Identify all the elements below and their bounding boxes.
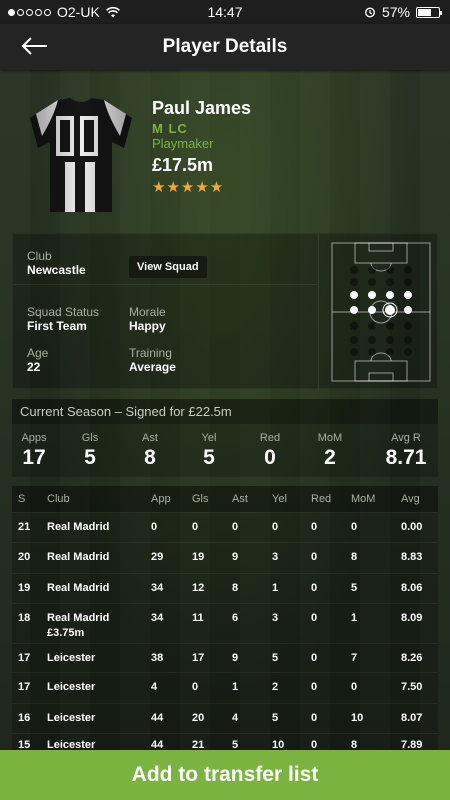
table-row[interactable]: 16 Leicester 44 20 4 5 0 10 8.07 (12, 703, 438, 733)
club-label: Club (27, 249, 52, 263)
club-value: Newcastle (27, 263, 86, 277)
stat-avg-rating: Avg R 8.71 (385, 432, 427, 469)
stat-mom: MoM 2 (317, 432, 343, 469)
page-title: Player Details (162, 36, 288, 57)
table-row[interactable]: 19 Real Madrid 34 12 8 1 0 5 8.06 (12, 573, 438, 603)
position-pitch-map (331, 242, 431, 382)
player-shirt-icon (30, 98, 132, 212)
age-label: Age (27, 346, 49, 360)
player-role: Playmaker (152, 136, 214, 151)
stat-goals: Gls 5 (81, 432, 99, 469)
navigation-bar: Player Details (0, 24, 450, 70)
battery-percent: 57% (381, 4, 410, 20)
squad-status-value: First Team (27, 319, 87, 333)
table-row[interactable]: 17 Leicester 4 0 1 2 0 0 7.50 (12, 672, 438, 703)
squad-status-label: Squad Status (27, 305, 100, 319)
stat-yellow: Yel 5 (201, 432, 217, 469)
alarm-icon (364, 7, 375, 18)
stat-apps: Apps 17 (21, 432, 47, 469)
season-heading: Current Season – Signed for £22.5m (12, 399, 438, 424)
current-season-panel: Current Season – Signed for £22.5m Apps 1… (12, 399, 438, 477)
table-row[interactable]: 15 Leicester 44 21 5 10 0 8 7.89 (12, 733, 438, 750)
stat-red: Red 0 (259, 432, 281, 469)
player-position: M LC (152, 121, 188, 136)
training-value: Average (129, 360, 176, 374)
stat-assists: Ast 8 (142, 432, 158, 469)
battery-icon (416, 6, 442, 18)
divider-vertical (318, 234, 319, 390)
career-history-table[interactable]: S Club App Gls Ast Yel Red MoM Avg 21 Re… (12, 486, 438, 750)
transfer-fee: £3.75m (47, 627, 85, 639)
divider (13, 284, 317, 285)
training-label: Training (129, 346, 172, 360)
view-squad-button[interactable]: View Squad (129, 256, 207, 278)
table-row[interactable]: 17 Leicester 38 17 9 5 0 7 8.26 (12, 643, 438, 672)
player-name: Paul James (152, 98, 252, 118)
rating-stars: ★★★★★ (152, 179, 225, 196)
status-right: 57% (364, 4, 442, 20)
morale-label: Morale (129, 305, 166, 319)
table-header: S Club App Gls Ast Yel Red MoM Avg (12, 486, 438, 512)
player-value: £17.5m (152, 155, 214, 175)
age-value: 22 (27, 360, 41, 374)
table-row[interactable]: 21 Real Madrid 0 0 0 0 0 0 0.00 (12, 512, 438, 542)
table-row[interactable]: 18 Real Madrid £3.75m 34 11 6 3 0 1 8.09 (12, 603, 438, 643)
add-to-transfer-list-button[interactable]: Add to transfer list (0, 750, 450, 800)
morale-value: Happy (129, 319, 166, 333)
table-row[interactable]: 20 Real Madrid 29 19 9 3 0 8 8.83 (12, 542, 438, 573)
status-bar: O2-UK 14:47 57% (0, 0, 450, 24)
player-info-panel: Club Newcastle View Squad Squad Status F… (12, 233, 438, 390)
